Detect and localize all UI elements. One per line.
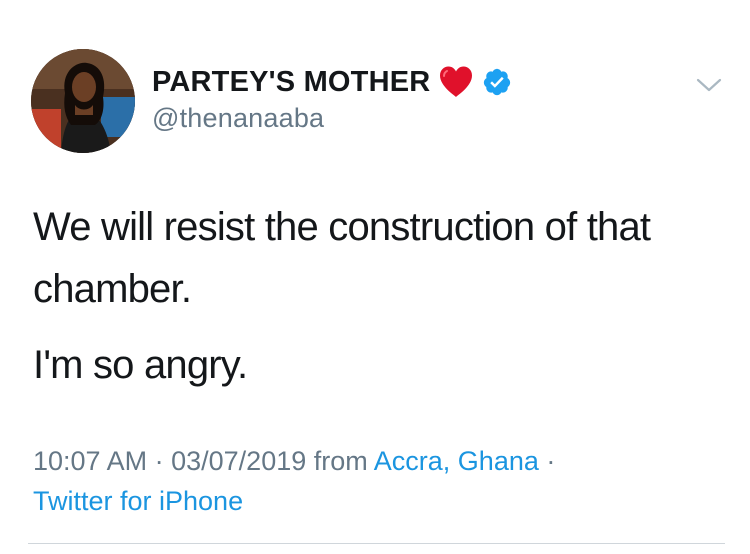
- name-row: PARTEY'S MOTHER: [152, 62, 512, 102]
- tweet-paragraph: We will resist the construction of that …: [33, 205, 651, 311]
- tweet-paragraph: I'm so angry.: [33, 343, 248, 387]
- avatar[interactable]: [31, 49, 135, 153]
- tweet-date[interactable]: 03/07/2019: [171, 446, 306, 476]
- meta-separator: ·: [546, 446, 556, 476]
- meta-separator: ·: [154, 446, 164, 476]
- user-handle[interactable]: @thenanaaba: [152, 103, 512, 134]
- heart-icon: [438, 65, 474, 99]
- tweet-meta: 10:07 AM · 03/07/2019 from Accra, Ghana …: [33, 441, 723, 521]
- tweet-text: We will resist the construction of that …: [33, 196, 723, 396]
- avatar-photo: [31, 49, 135, 153]
- tweet-card: PARTEY'S MOTHER @thenanaaba We will resi…: [0, 0, 750, 554]
- tweet-header: PARTEY'S MOTHER @thenanaaba: [152, 62, 512, 134]
- source-link[interactable]: Twitter for iPhone: [33, 486, 243, 516]
- tweet-time[interactable]: 10:07 AM: [33, 446, 147, 476]
- verified-badge-icon: [482, 67, 512, 97]
- divider: [28, 543, 725, 544]
- display-name[interactable]: PARTEY'S MOTHER: [152, 66, 430, 99]
- chevron-down-icon[interactable]: [694, 74, 724, 96]
- from-label: from: [313, 446, 368, 476]
- location-link[interactable]: Accra, Ghana: [374, 446, 539, 476]
